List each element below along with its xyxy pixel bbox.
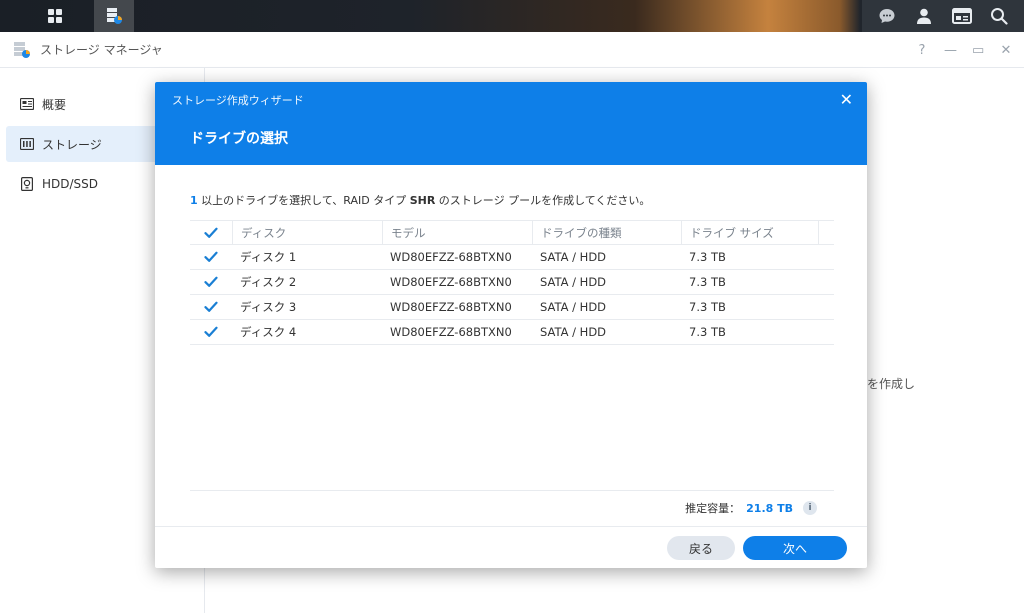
storage-creation-wizard: ストレージ作成ウィザード ✕ ドライブの選択 1 以上のドライブを選択して、RA… (155, 82, 867, 568)
column-header-drive-type[interactable]: ドライブの種類 (532, 221, 681, 244)
table-row[interactable]: ディスク 4 WD80EFZZ-68BTXN0 SATA / HDD 7.3 T… (190, 320, 834, 345)
search-icon (991, 8, 1008, 25)
app-title-bar: ストレージ マネージャ ? — ▭ ✕ (0, 32, 1024, 68)
cell-spacer (818, 270, 834, 294)
next-button[interactable]: 次へ (743, 536, 847, 560)
capacity-value: 21.8 TB (746, 501, 793, 515)
cell-size: 7.3 TB (689, 275, 726, 289)
instruction-part-1: 以上のドライブを選択して、RAID タイプ (197, 194, 410, 207)
cell-disk: ディスク 1 (240, 250, 297, 264)
hdd-icon (20, 177, 34, 191)
close-wizard-button[interactable]: ✕ (840, 90, 853, 109)
cell-model: WD80EFZZ-68BTXN0 (390, 275, 512, 289)
cell-model: WD80EFZZ-68BTXN0 (390, 325, 512, 339)
select-all-checkbox[interactable] (190, 221, 232, 244)
row-checkbox[interactable] (190, 245, 232, 269)
estimated-capacity: 推定容量： 21.8 TB i (685, 500, 817, 516)
chat-icon (879, 9, 895, 23)
wizard-header: ストレージ作成ウィザード ✕ ドライブの選択 (155, 82, 867, 165)
row-checkbox[interactable] (190, 295, 232, 319)
cell-size: 7.3 TB (689, 325, 726, 339)
row-checkbox[interactable] (190, 320, 232, 344)
storage-manager-app-icon (107, 8, 122, 24)
check-icon (204, 275, 218, 289)
restore-button[interactable]: ▭ (972, 43, 984, 58)
column-header-disk[interactable]: ディスク (232, 221, 382, 244)
cell-size: 7.3 TB (689, 300, 726, 314)
help-button[interactable]: ? (916, 43, 928, 58)
widgets-icon (951, 8, 972, 24)
user-icon (917, 8, 932, 24)
drive-table: ディスク モデル ドライブの種類 ドライブ サイズ ディスク 1 WD80EFZ… (190, 220, 834, 345)
table-header: ディスク モデル ドライブの種類 ドライブ サイズ (190, 220, 834, 245)
cell-spacer (818, 295, 834, 319)
storage-manager-logo-icon (14, 41, 30, 58)
sidebar-item-label: ストレージ (42, 137, 102, 152)
instruction-text: 1 以上のドライブを選択して、RAID タイプ SHR のストレージ プールを作… (190, 192, 650, 208)
cell-spacer (818, 245, 834, 269)
sidebar-item-label: 概要 (42, 97, 67, 112)
window-controls: ? — ▭ ✕ (916, 32, 1012, 68)
check-icon (204, 325, 218, 339)
cell-disk: ディスク 4 (240, 325, 297, 339)
cell-model: WD80EFZZ-68BTXN0 (390, 250, 512, 264)
step-title: ドライブの選択 (190, 131, 288, 147)
capacity-label: 推定容量： (685, 502, 741, 515)
wizard-title: ストレージ作成ウィザード (172, 94, 304, 107)
check-icon (204, 226, 218, 240)
chat-button[interactable] (872, 0, 902, 32)
row-checkbox[interactable] (190, 270, 232, 294)
user-button[interactable] (909, 0, 939, 32)
cell-type: SATA / HDD (540, 300, 607, 314)
table-row[interactable]: ディスク 2 WD80EFZZ-68BTXN0 SATA / HDD 7.3 T… (190, 270, 834, 295)
table-bottom-divider (190, 490, 834, 491)
info-icon[interactable]: i (803, 501, 817, 515)
column-header-drive-size[interactable]: ドライブ サイズ (681, 221, 818, 244)
taskbar (0, 0, 1024, 32)
min-drive-count: 1 (190, 194, 198, 207)
cell-type: SATA / HDD (540, 325, 607, 339)
taskbar-tray (862, 0, 1024, 32)
cell-spacer (818, 320, 834, 344)
back-button[interactable]: 戻る (667, 536, 735, 560)
cell-model: WD80EFZZ-68BTXN0 (390, 300, 512, 314)
app-title: ストレージ マネージャ (40, 43, 163, 57)
table-row[interactable]: ディスク 3 WD80EFZZ-68BTXN0 SATA / HDD 7.3 T… (190, 295, 834, 320)
cell-disk: ディスク 2 (240, 275, 297, 289)
widgets-button[interactable] (947, 0, 977, 32)
check-icon (204, 250, 218, 264)
column-header-spacer (818, 221, 834, 244)
instruction-part-2: のストレージ プールを作成してください。 (435, 194, 651, 207)
wizard-footer: 戻る 次へ (155, 526, 867, 568)
column-header-model[interactable]: モデル (382, 221, 532, 244)
main-menu-button[interactable] (35, 0, 75, 32)
minimize-button[interactable]: — (944, 43, 957, 58)
main-menu-icon (48, 9, 62, 23)
sidebar-item-label: HDD/SSD (42, 177, 99, 191)
table-row[interactable]: ディスク 1 WD80EFZZ-68BTXN0 SATA / HDD 7.3 T… (190, 245, 834, 270)
search-button[interactable] (984, 0, 1014, 32)
storage-icon (20, 137, 34, 151)
overview-icon (20, 97, 34, 111)
check-icon (204, 300, 218, 314)
cell-size: 7.3 TB (689, 250, 726, 264)
close-window-button[interactable]: ✕ (1000, 43, 1012, 58)
storage-manager-taskbar-button[interactable] (94, 0, 134, 32)
cell-disk: ディスク 3 (240, 300, 297, 314)
cell-type: SATA / HDD (540, 250, 607, 264)
raid-type: SHR (409, 194, 436, 207)
cell-type: SATA / HDD (540, 275, 607, 289)
